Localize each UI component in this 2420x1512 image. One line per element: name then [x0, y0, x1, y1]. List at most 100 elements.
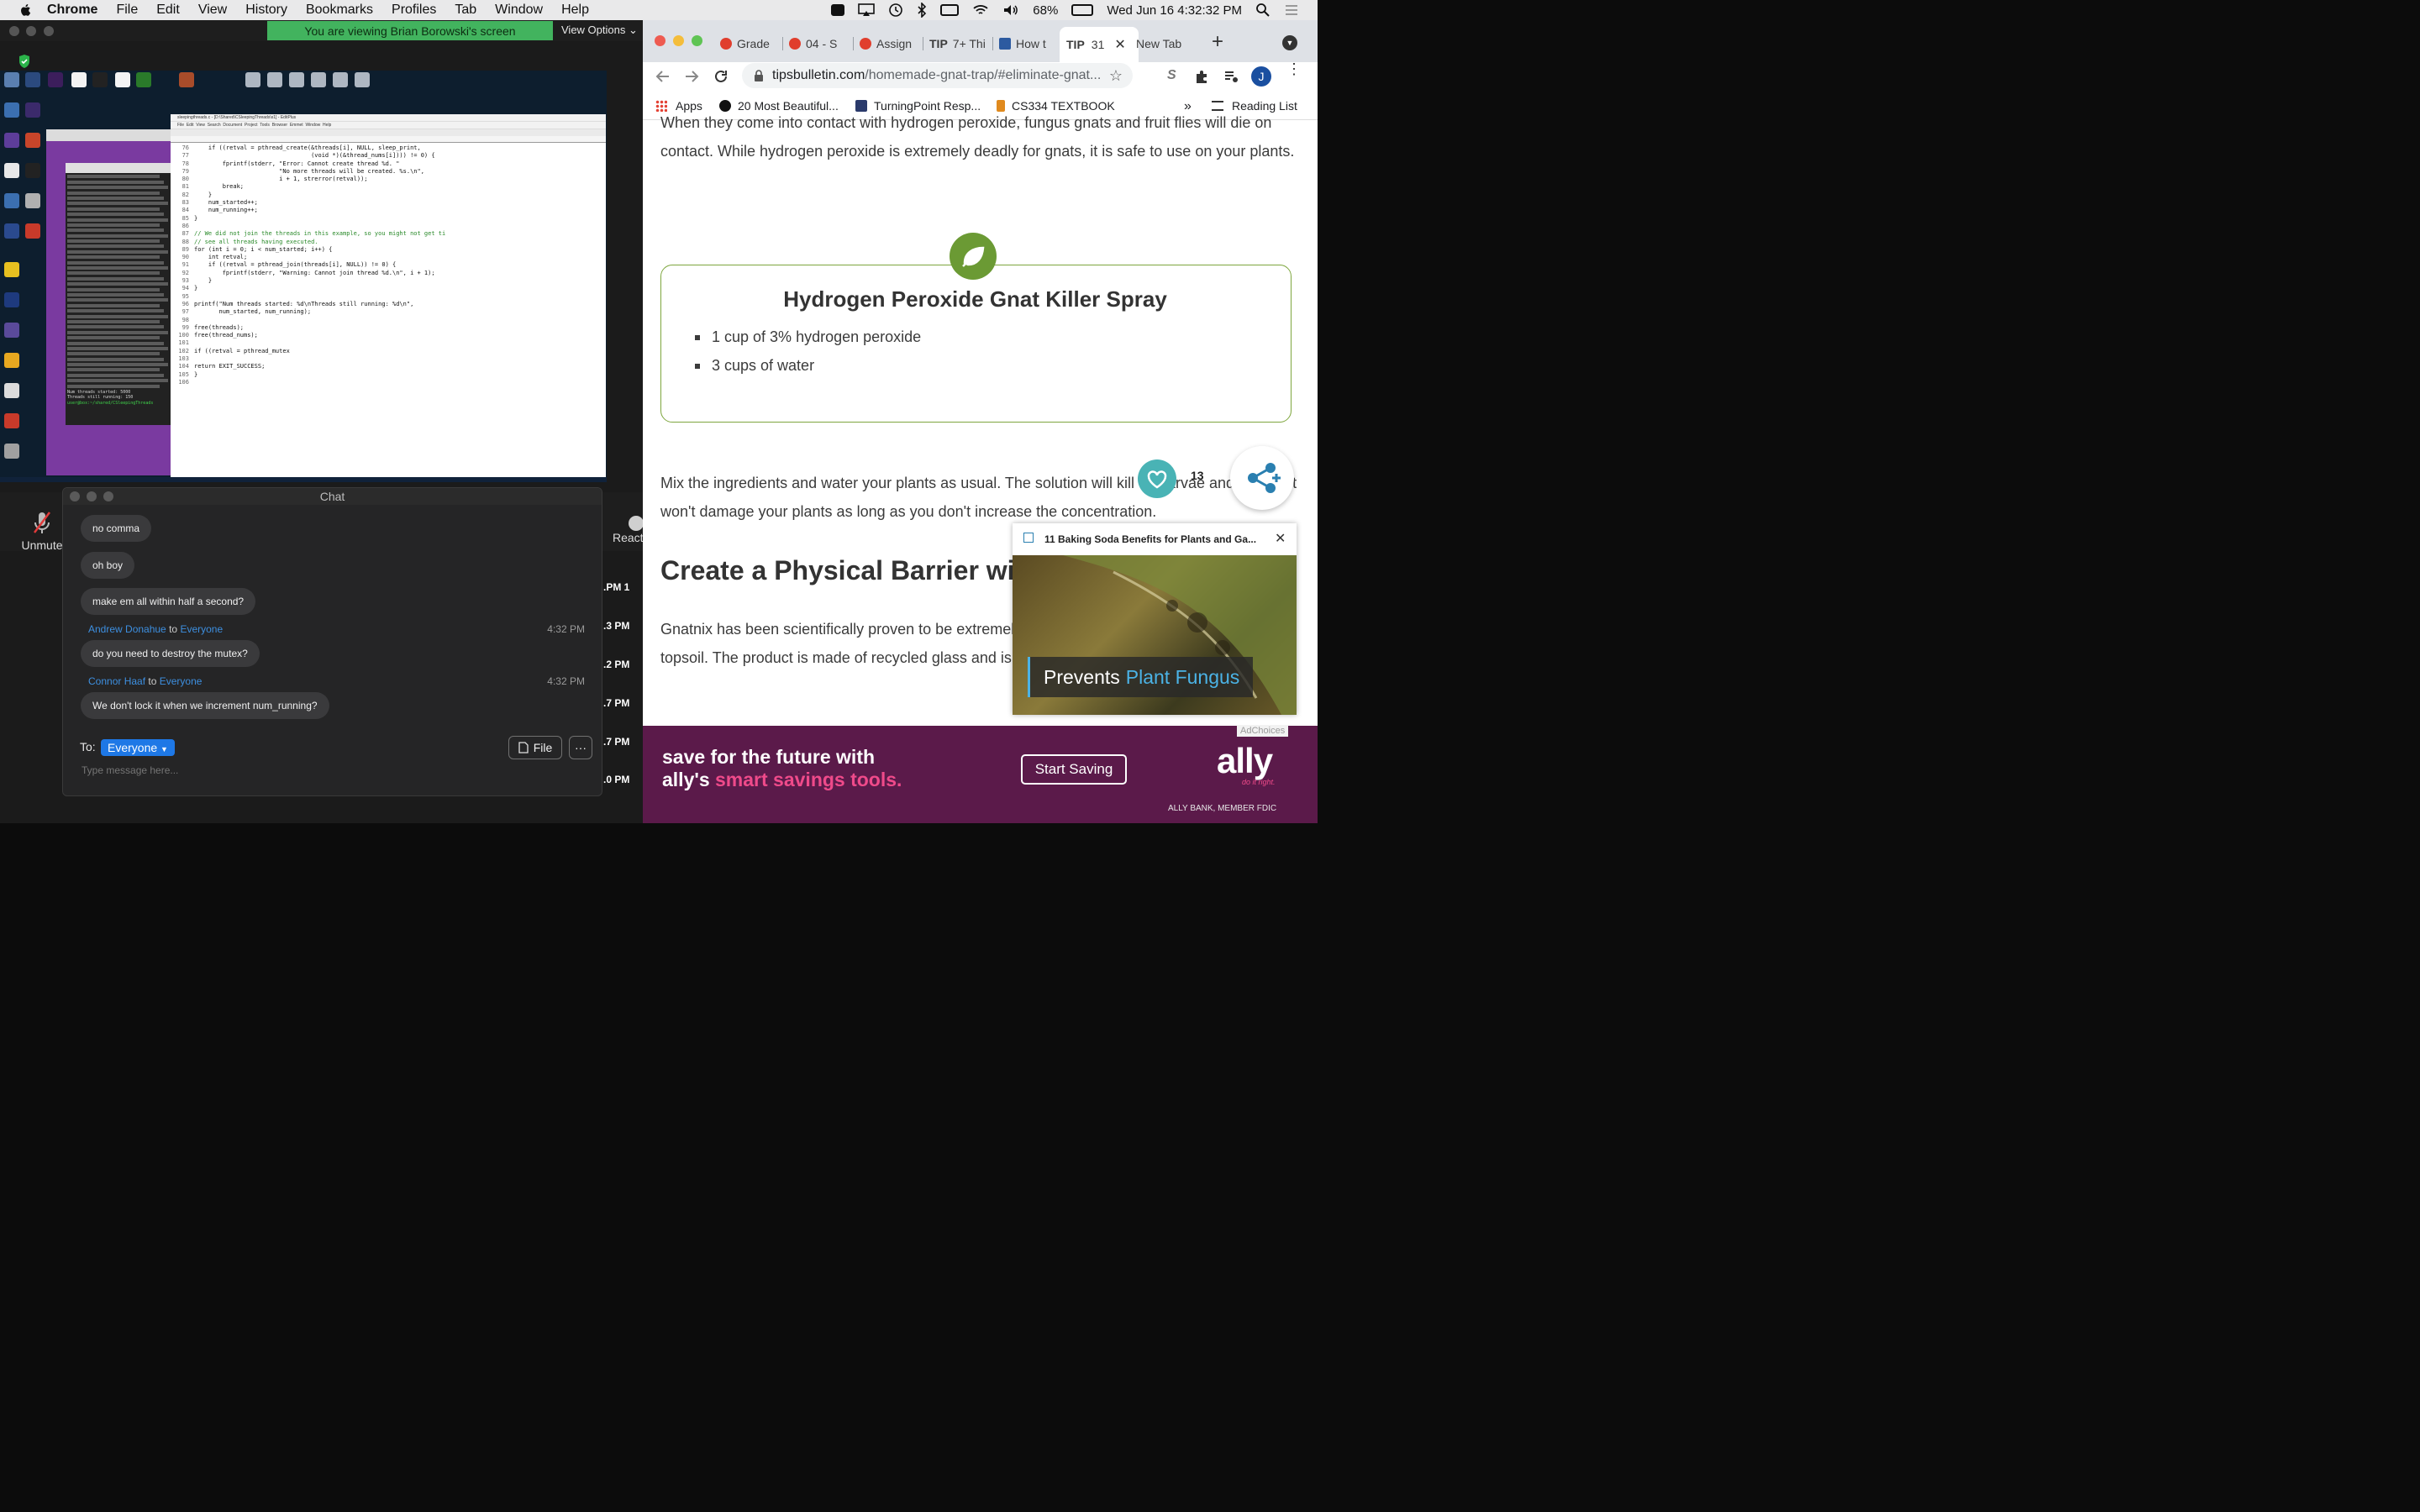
- adchoices-badge[interactable]: AdChoices: [1237, 725, 1289, 737]
- reactions-button[interactable]: React: [603, 516, 644, 544]
- extension-s-icon[interactable]: S: [1167, 68, 1176, 83]
- chat-message: make em all within half a second?: [81, 588, 256, 615]
- extensions-puzzle-icon[interactable]: [1194, 69, 1209, 84]
- zoom-close-button[interactable]: [9, 26, 19, 36]
- desktop-icon: [267, 72, 282, 87]
- chat-message: oh boy: [81, 552, 135, 579]
- code-line: 106: [171, 379, 606, 386]
- tab-how-to[interactable]: How t: [999, 34, 1056, 54]
- code-line: 78 fprintf(stderr, "Error: Cannot create…: [171, 160, 606, 168]
- wifi-icon[interactable]: [972, 3, 989, 17]
- tab-7-things[interactable]: TIP 7+ Thi: [929, 34, 990, 54]
- chat-minimize-button[interactable]: [87, 491, 97, 501]
- menu-clock[interactable]: Wed Jun 16 4:32:32 PM: [1107, 3, 1242, 18]
- media-queue-icon[interactable]: [1223, 69, 1239, 84]
- unmute-button[interactable]: Unmute: [20, 511, 64, 552]
- menu-window[interactable]: Window: [495, 3, 543, 18]
- video-thumbnail[interactable]: Prevents Plant Fungus: [1013, 555, 1297, 715]
- line-number: 86: [182, 222, 189, 229]
- window-minimize-button[interactable]: [673, 35, 684, 46]
- code-text: break;: [194, 183, 245, 191]
- terminal-line: [67, 266, 168, 270]
- menu-profiles[interactable]: Profiles: [392, 3, 436, 18]
- chat-sender-name[interactable]: Andrew Donahue: [88, 623, 166, 635]
- menu-bookmarks[interactable]: Bookmarks: [306, 3, 373, 18]
- terminal-line: [67, 319, 160, 323]
- terminal-line: [67, 384, 160, 388]
- chrome-menu-icon[interactable]: ⋮: [1286, 61, 1302, 76]
- caret-down-icon: ▼: [160, 745, 168, 753]
- heart-icon: [1147, 470, 1167, 489]
- view-options-menu[interactable]: View Options ⌄: [561, 24, 638, 37]
- chat-recipient-dropdown[interactable]: Everyone ▼: [101, 739, 175, 756]
- control-center-icon[interactable]: [1284, 3, 1299, 17]
- code-line: 89 for (int i = 0; i < num_started; i++) …: [171, 246, 606, 254]
- apple-logo-icon[interactable]: [18, 3, 34, 18]
- code-text: // see all threads having executed.: [194, 238, 318, 245]
- tab-new-tab[interactable]: New Tab: [1136, 34, 1195, 54]
- video-title[interactable]: 11 Baking Soda Benefits for Plants and G…: [1044, 533, 1263, 545]
- editor-title: sleepingthreads.c - [D:\Shared\CSleeping…: [177, 115, 297, 120]
- tab-grade[interactable]: Grade: [720, 34, 777, 54]
- share-button[interactable]: [1230, 446, 1294, 510]
- address-bar[interactable]: tipsbulletin.com/homemade-gnat-trap/#eli…: [742, 63, 1133, 88]
- display-icon[interactable]: [940, 4, 960, 16]
- tab-04-s[interactable]: 04 - S: [789, 34, 846, 54]
- new-tab-plus-icon[interactable]: +: [1212, 30, 1223, 54]
- terminal-line: [67, 255, 160, 260]
- time-machine-icon[interactable]: [888, 3, 903, 18]
- menu-view[interactable]: View: [198, 3, 227, 18]
- code-text: return EXIT_SUCCESS;: [194, 363, 266, 370]
- battery-charging-icon[interactable]: [1071, 4, 1094, 16]
- menu-app-name[interactable]: Chrome: [47, 3, 97, 18]
- reload-icon[interactable]: [713, 69, 729, 84]
- bluetooth-icon[interactable]: [917, 3, 927, 18]
- tab-search-icon[interactable]: ▼: [1282, 35, 1297, 50]
- chat-close-button[interactable]: [70, 491, 80, 501]
- code-line: 88 // see all threads having executed.: [171, 239, 606, 246]
- airplay-icon[interactable]: [858, 3, 876, 17]
- bookmark-star-icon[interactable]: ☆: [1109, 67, 1123, 85]
- chrome-window: Grade 04 - S Assign TIP 7+ Thi How t TIP…: [643, 20, 1318, 823]
- chat-more-button[interactable]: ···: [569, 736, 592, 759]
- video-close-icon[interactable]: ✕: [1275, 530, 1286, 547]
- zoom-minimize-button[interactable]: [26, 26, 36, 36]
- zoom-status-icon[interactable]: [831, 4, 845, 16]
- back-arrow-icon[interactable]: [655, 69, 671, 84]
- window-close-button[interactable]: [655, 35, 666, 46]
- terminal-line: [67, 341, 164, 345]
- window-zoom-button[interactable]: [692, 35, 702, 46]
- terminal-line: [67, 249, 168, 254]
- forward-arrow-icon[interactable]: [684, 69, 699, 84]
- tab-active[interactable]: TIP 31 ✕: [1060, 27, 1139, 62]
- chat-sender-name[interactable]: Connor Haaf: [88, 675, 145, 687]
- chat-file-button[interactable]: File: [508, 736, 562, 759]
- desktop-icon: [4, 133, 19, 148]
- tab-close-icon[interactable]: ✕: [1114, 36, 1125, 53]
- code-line: 85}: [171, 215, 606, 223]
- volume-icon[interactable]: [1002, 3, 1019, 17]
- external-link-icon[interactable]: [1023, 533, 1034, 543]
- menu-file[interactable]: File: [116, 3, 138, 18]
- menu-history[interactable]: History: [245, 3, 287, 18]
- start-saving-button[interactable]: Start Saving: [1021, 754, 1127, 785]
- desktop-icon: [25, 193, 40, 208]
- chat-message-input[interactable]: [80, 764, 587, 777]
- line-number: 100: [178, 332, 189, 339]
- spotlight-search-icon[interactable]: [1255, 3, 1270, 18]
- zoom-fullscreen-button[interactable]: [44, 26, 54, 36]
- editor-toolbar: [171, 129, 606, 136]
- menu-tab[interactable]: Tab: [455, 3, 476, 18]
- like-button[interactable]: [1138, 459, 1176, 498]
- line-number: 99: [182, 323, 189, 331]
- menu-help[interactable]: Help: [561, 3, 589, 18]
- profile-avatar[interactable]: J: [1251, 66, 1271, 87]
- ad-banner[interactable]: AdChoices save for the future with ally'…: [643, 725, 1318, 823]
- encryption-shield-icon[interactable]: [18, 54, 31, 69]
- menu-edit[interactable]: Edit: [156, 3, 180, 18]
- ally-tagline: do it right.: [1242, 778, 1276, 786]
- tab-assign[interactable]: Assign: [860, 34, 917, 54]
- chat-zoom-button[interactable]: [103, 491, 113, 501]
- line-number: 77: [182, 152, 189, 160]
- desktop-icon: [333, 72, 348, 87]
